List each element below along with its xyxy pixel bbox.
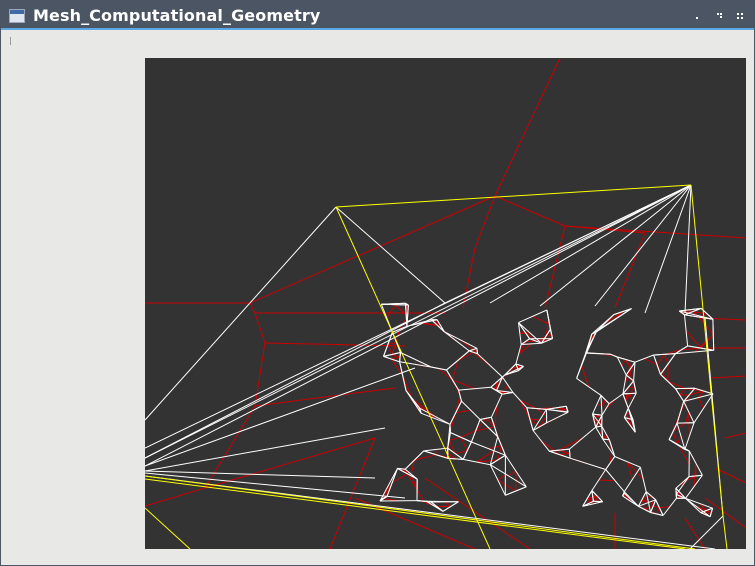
close-icon[interactable] bbox=[734, 10, 746, 22]
minimize-icon[interactable] bbox=[691, 10, 703, 22]
delaunay-edges bbox=[145, 184, 724, 549]
title-bar[interactable]: Mesh_Computational_Geometry bbox=[1, 1, 754, 30]
app-window: Mesh_Computational_Geometry bbox=[0, 0, 755, 566]
app-icon bbox=[9, 9, 25, 23]
window-title: Mesh_Computational_Geometry bbox=[33, 6, 321, 25]
mesh-viewport[interactable] bbox=[145, 58, 746, 549]
delaunay-dense-edges bbox=[379, 302, 715, 518]
maximize-icon[interactable] bbox=[713, 10, 725, 22]
mesh-drawing[interactable] bbox=[145, 58, 746, 549]
text-cursor-marker bbox=[10, 37, 11, 45]
convex-hull bbox=[145, 184, 728, 549]
